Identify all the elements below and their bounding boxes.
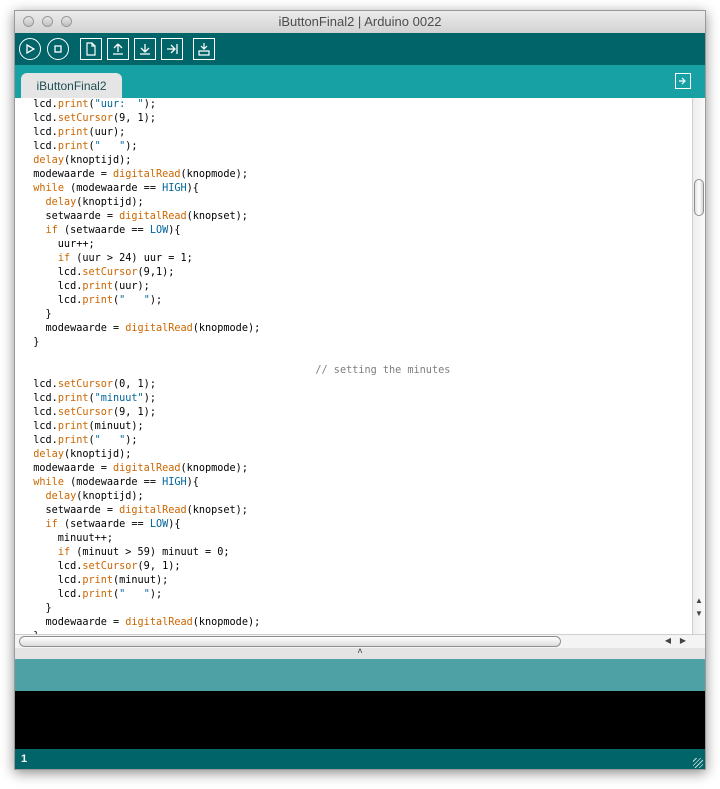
monitor-icon bbox=[198, 43, 210, 56]
stop-button[interactable] bbox=[47, 38, 69, 60]
code-line: delay(knoptijd); bbox=[33, 449, 132, 460]
arrow-right-icon bbox=[679, 77, 686, 85]
code-line: lcd.print(" "); bbox=[21, 141, 138, 152]
serial-monitor-button[interactable] bbox=[193, 38, 215, 60]
tab-bar: iButtonFinal2 bbox=[15, 65, 705, 98]
play-icon bbox=[26, 44, 35, 54]
save-arrow-down-icon bbox=[140, 44, 150, 55]
code-line: modewaarde = digitalRead(knopmode); bbox=[21, 463, 248, 474]
code-line: lcd.print("minuut"); bbox=[21, 393, 156, 404]
code-line: minuut++; bbox=[57, 533, 114, 544]
arduino-window: iButtonFinal2 | Arduino 0022 iButtonFina… bbox=[14, 10, 706, 770]
code-line: lcd.print(" "); bbox=[21, 435, 138, 446]
code-line: // setting the minutes bbox=[315, 365, 451, 376]
code-line: while (modewaarde == HIGH){ bbox=[33, 183, 199, 194]
code-line: lcd.setCursor(9, 1); bbox=[21, 561, 181, 572]
code-line: lcd.print(minuut); bbox=[21, 421, 144, 432]
code-line: lcd.print(minuut); bbox=[21, 575, 169, 586]
vertical-scrollbar[interactable]: ▲ ▼ bbox=[692, 98, 705, 634]
code-line: delay(knoptijd); bbox=[45, 491, 144, 502]
code-line: while (modewaarde == HIGH){ bbox=[33, 477, 199, 488]
code-line: modewaarde = digitalRead(knopmode); bbox=[21, 169, 248, 180]
resize-grip-icon[interactable] bbox=[693, 758, 703, 768]
code-line: if (uur > 24) uur = 1; bbox=[57, 253, 193, 264]
code-line: lcd.print(" "); bbox=[21, 589, 163, 600]
collapse-caret-icon[interactable]: ˄ bbox=[15, 646, 705, 656]
scroll-up-arrow-icon[interactable]: ▲ bbox=[693, 595, 705, 607]
code-line: lcd.print(uur); bbox=[21, 127, 126, 138]
new-file-icon bbox=[86, 42, 96, 56]
code-line: } bbox=[33, 337, 40, 348]
vertical-scroll-thumb[interactable] bbox=[694, 179, 704, 216]
code-line: } bbox=[45, 309, 52, 320]
code-line: delay(knoptijd); bbox=[45, 197, 144, 208]
code-line: if (minuut > 59) minuut = 0; bbox=[57, 547, 230, 558]
console-divider[interactable]: ˄ bbox=[15, 646, 705, 659]
code-line: lcd.print(" "); bbox=[21, 295, 163, 306]
line-number: 1 bbox=[21, 753, 28, 765]
new-button[interactable] bbox=[80, 38, 102, 60]
open-button[interactable] bbox=[107, 38, 129, 60]
window-title: iButtonFinal2 | Arduino 0022 bbox=[278, 14, 442, 29]
code-line: setwaarde = digitalRead(knopset); bbox=[21, 505, 248, 516]
upload-button[interactable] bbox=[161, 38, 183, 60]
code-line: lcd.setCursor(0, 1); bbox=[21, 379, 156, 390]
code-line: lcd.setCursor(9, 1); bbox=[21, 113, 156, 124]
stop-icon bbox=[54, 45, 62, 53]
code-line: setwaarde = digitalRead(knopset); bbox=[21, 211, 248, 222]
code-line: modewaarde = digitalRead(knopmode); bbox=[21, 617, 261, 628]
code-text[interactable]: lcd.print("uur: "); lcd.setCursor(9, 1);… bbox=[21, 98, 450, 634]
status-bar: 1 bbox=[15, 749, 705, 769]
code-line: } bbox=[45, 603, 52, 614]
save-button[interactable] bbox=[134, 38, 156, 60]
code-line: if (setwaarde == LOW){ bbox=[45, 519, 181, 530]
title-bar: iButtonFinal2 | Arduino 0022 bbox=[15, 11, 705, 34]
upload-arrow-right-icon bbox=[167, 44, 178, 54]
open-arrow-up-icon bbox=[113, 43, 123, 55]
console-output bbox=[15, 691, 705, 749]
code-line: uur++; bbox=[57, 239, 95, 250]
tab-menu-button[interactable] bbox=[675, 73, 691, 89]
verify-button[interactable] bbox=[19, 38, 41, 60]
code-line: lcd.setCursor(9,1); bbox=[21, 267, 175, 278]
code-line: if (setwaarde == LOW){ bbox=[45, 225, 181, 236]
code-line: lcd.print(uur); bbox=[21, 281, 150, 292]
code-line: lcd.setCursor(9, 1); bbox=[21, 407, 156, 418]
console-message-area bbox=[15, 659, 705, 691]
tab-ibuttonfinal2[interactable]: iButtonFinal2 bbox=[21, 73, 122, 98]
code-line: modewaarde = digitalRead(knopmode); bbox=[21, 323, 261, 334]
code-editor[interactable]: lcd.print("uur: "); lcd.setCursor(9, 1);… bbox=[15, 98, 692, 634]
toolbar bbox=[15, 33, 705, 65]
code-line: lcd.print("uur: "); bbox=[21, 99, 156, 110]
scroll-down-arrow-icon[interactable]: ▼ bbox=[693, 608, 705, 620]
code-line: delay(knoptijd); bbox=[33, 155, 132, 166]
